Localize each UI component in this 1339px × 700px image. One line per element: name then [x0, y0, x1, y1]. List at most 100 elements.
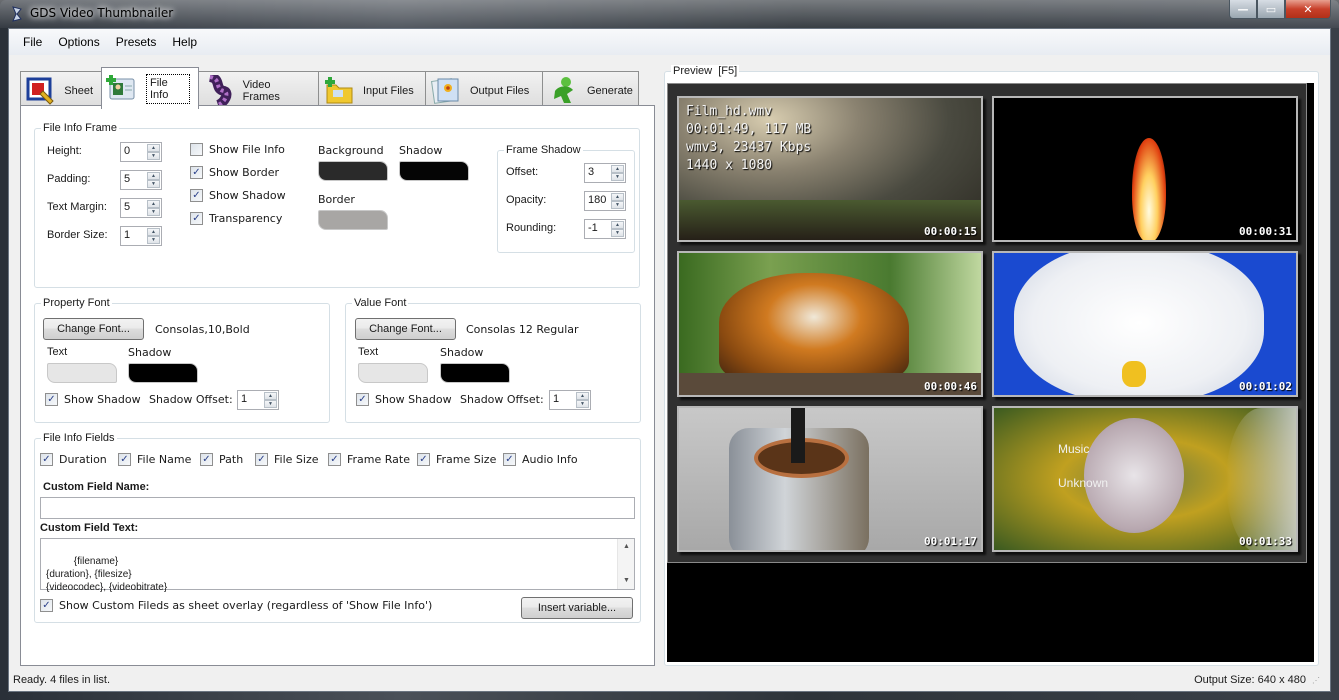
- spin-up-icon[interactable]: ▲: [147, 144, 160, 152]
- padding-value: 5: [124, 173, 131, 185]
- field-path-checkbox[interactable]: ✓ Path: [200, 453, 243, 466]
- spin-up-icon[interactable]: ▲: [147, 200, 160, 208]
- spin-down-icon[interactable]: ▼: [147, 152, 160, 160]
- text-margin-spinner[interactable]: 5 ▲ ▼: [120, 198, 162, 218]
- show-file-info-checkbox[interactable]: Show File Info: [190, 143, 285, 156]
- spin-down-icon[interactable]: ▼: [147, 208, 160, 216]
- show-border-checkbox[interactable]: ✓ Show Border: [190, 166, 279, 179]
- tab-output-files[interactable]: Output Files: [425, 71, 543, 109]
- opacity-spinner[interactable]: 180 ▲ ▼: [584, 191, 626, 211]
- spin-up-icon[interactable]: ▲: [611, 165, 624, 173]
- menu-file[interactable]: File: [15, 35, 50, 49]
- title-bar[interactable]: GDS Video Thumbnailer — ▭ ✕: [0, 0, 1339, 28]
- property-shadow-color-swatch[interactable]: [128, 363, 198, 383]
- custom-field-name-input[interactable]: [40, 497, 635, 519]
- border-color-swatch[interactable]: [318, 210, 388, 230]
- minimize-button[interactable]: —: [1229, 0, 1257, 19]
- status-text: Ready. 4 files in list.: [13, 674, 111, 686]
- spin-up-icon[interactable]: ▲: [576, 392, 589, 400]
- property-shadow-offset-value: 1: [241, 393, 248, 405]
- thumbnail-4[interactable]: 00:01:02: [992, 251, 1298, 397]
- value-shadow-color-swatch[interactable]: [440, 363, 510, 383]
- thumbnail-5[interactable]: 00:01:17: [677, 406, 983, 552]
- spin-down-icon[interactable]: ▼: [147, 180, 160, 188]
- transparency-checkbox[interactable]: ✓ Transparency: [190, 212, 282, 225]
- tab-file-info[interactable]: File Info: [101, 67, 199, 109]
- field-file-size-checkbox[interactable]: ✓ File Size: [255, 453, 318, 466]
- show-shadow-checkbox[interactable]: ✓ Show Shadow: [190, 189, 286, 202]
- menu-options[interactable]: Options: [50, 35, 107, 49]
- offset-spinner[interactable]: 3 ▲ ▼: [584, 163, 626, 183]
- field-audio-info-checkbox[interactable]: ✓ Audio Info: [503, 453, 578, 466]
- spin-up-icon[interactable]: ▲: [611, 193, 624, 201]
- scroll-down-icon[interactable]: ▼: [618, 573, 635, 589]
- field-frame-rate-checkbox[interactable]: ✓ Frame Rate: [328, 453, 410, 466]
- custom-field-name-label: Custom Field Name:: [43, 481, 150, 493]
- tab-label: Video Frames: [242, 78, 280, 103]
- spin-down-icon[interactable]: ▼: [147, 236, 160, 244]
- padding-spinner[interactable]: 5 ▲ ▼: [120, 170, 162, 190]
- menu-help[interactable]: Help: [164, 35, 205, 49]
- property-text-color-swatch[interactable]: [47, 363, 117, 383]
- menu-presets[interactable]: Presets: [108, 35, 165, 49]
- thumbnail-2[interactable]: 00:00:31: [992, 96, 1298, 242]
- background-color-label: Background: [318, 144, 384, 157]
- checkbox-box: [190, 143, 203, 156]
- checkbox-box: ✓: [417, 453, 430, 466]
- spin-down-icon[interactable]: ▼: [611, 173, 624, 181]
- spin-up-icon[interactable]: ▲: [264, 392, 277, 400]
- tab-video-frames[interactable]: Video Frames: [198, 71, 319, 109]
- shadow-color-label: Shadow: [399, 144, 443, 157]
- tab-label: Input Files: [363, 84, 414, 97]
- custom-field-text-area[interactable]: {filename} {duration}, {filesize} {video…: [40, 538, 635, 593]
- rounding-spinner[interactable]: -1 ▲ ▼: [584, 219, 626, 239]
- value-text-color-swatch[interactable]: [358, 363, 428, 383]
- tab-input-files[interactable]: Input Files: [318, 71, 426, 109]
- close-button[interactable]: ✕: [1285, 0, 1331, 19]
- height-spinner[interactable]: 0 ▲ ▼: [120, 142, 162, 162]
- preview-canvas[interactable]: Film_hd.wmv 00:01:49, 117 MB wmv3, 23437…: [667, 83, 1314, 662]
- show-custom-overlay-checkbox[interactable]: ✓ Show Custom Fileds as sheet overlay (re…: [40, 599, 432, 612]
- tab-generate[interactable]: Generate: [542, 71, 639, 109]
- maximize-button[interactable]: ▭: [1257, 0, 1285, 19]
- border-size-spinner[interactable]: 1 ▲ ▼: [120, 226, 162, 246]
- thumbnail-3[interactable]: 00:00:46: [677, 251, 983, 397]
- spin-down-icon[interactable]: ▼: [611, 229, 624, 237]
- folder-add-icon: [323, 75, 355, 107]
- shadow-color-swatch[interactable]: [399, 161, 469, 181]
- thumbnail-1[interactable]: Film_hd.wmv 00:01:49, 117 MB wmv3, 23437…: [677, 96, 983, 242]
- value-shadow-offset-value: 1: [553, 393, 560, 405]
- spin-down-icon[interactable]: ▼: [611, 201, 624, 209]
- spin-up-icon[interactable]: ▲: [147, 228, 160, 236]
- spin-up-icon[interactable]: ▲: [147, 172, 160, 180]
- checkbox-label: Show File Info: [209, 143, 285, 156]
- field-frame-size-checkbox[interactable]: ✓ Frame Size: [417, 453, 496, 466]
- field-file-name-checkbox[interactable]: ✓ File Name: [118, 453, 191, 466]
- property-shadow-offset-spinner[interactable]: 1 ▲ ▼: [237, 390, 279, 410]
- file-info-frame-legend: File Info Frame: [41, 122, 119, 134]
- property-change-font-button[interactable]: Change Font...: [43, 318, 144, 340]
- checkbox-box: ✓: [190, 166, 203, 179]
- tab-sheet[interactable]: Sheet: [20, 71, 102, 109]
- spin-down-icon[interactable]: ▼: [264, 400, 277, 408]
- value-text-color-label: Text: [358, 346, 379, 358]
- thumbnail-6[interactable]: Music Unknown 00:01:33: [992, 406, 1298, 552]
- checkbox-box: ✓: [190, 212, 203, 225]
- textarea-scrollbar[interactable]: ▲ ▼: [617, 539, 634, 589]
- border-color-label: Border: [318, 193, 355, 206]
- field-duration-checkbox[interactable]: ✓ Duration: [40, 453, 107, 466]
- property-show-shadow-checkbox[interactable]: ✓ Show Shadow: [45, 393, 141, 406]
- checkbox-label: Duration: [59, 453, 107, 466]
- value-change-font-button[interactable]: Change Font...: [355, 318, 456, 340]
- resize-grip-icon[interactable]: ⋰: [1312, 676, 1320, 685]
- spin-down-icon[interactable]: ▼: [576, 400, 589, 408]
- background-color-swatch[interactable]: [318, 161, 388, 181]
- spin-up-icon[interactable]: ▲: [611, 221, 624, 229]
- insert-variable-button[interactable]: Insert variable...: [521, 597, 633, 619]
- tab-label: Sheet: [64, 84, 93, 97]
- frame-shadow-legend: Frame Shadow: [504, 144, 583, 156]
- timestamp: 00:00:31: [1239, 225, 1292, 238]
- value-shadow-offset-spinner[interactable]: 1 ▲ ▼: [549, 390, 591, 410]
- value-show-shadow-checkbox[interactable]: ✓ Show Shadow: [356, 393, 452, 406]
- scroll-up-icon[interactable]: ▲: [618, 539, 635, 555]
